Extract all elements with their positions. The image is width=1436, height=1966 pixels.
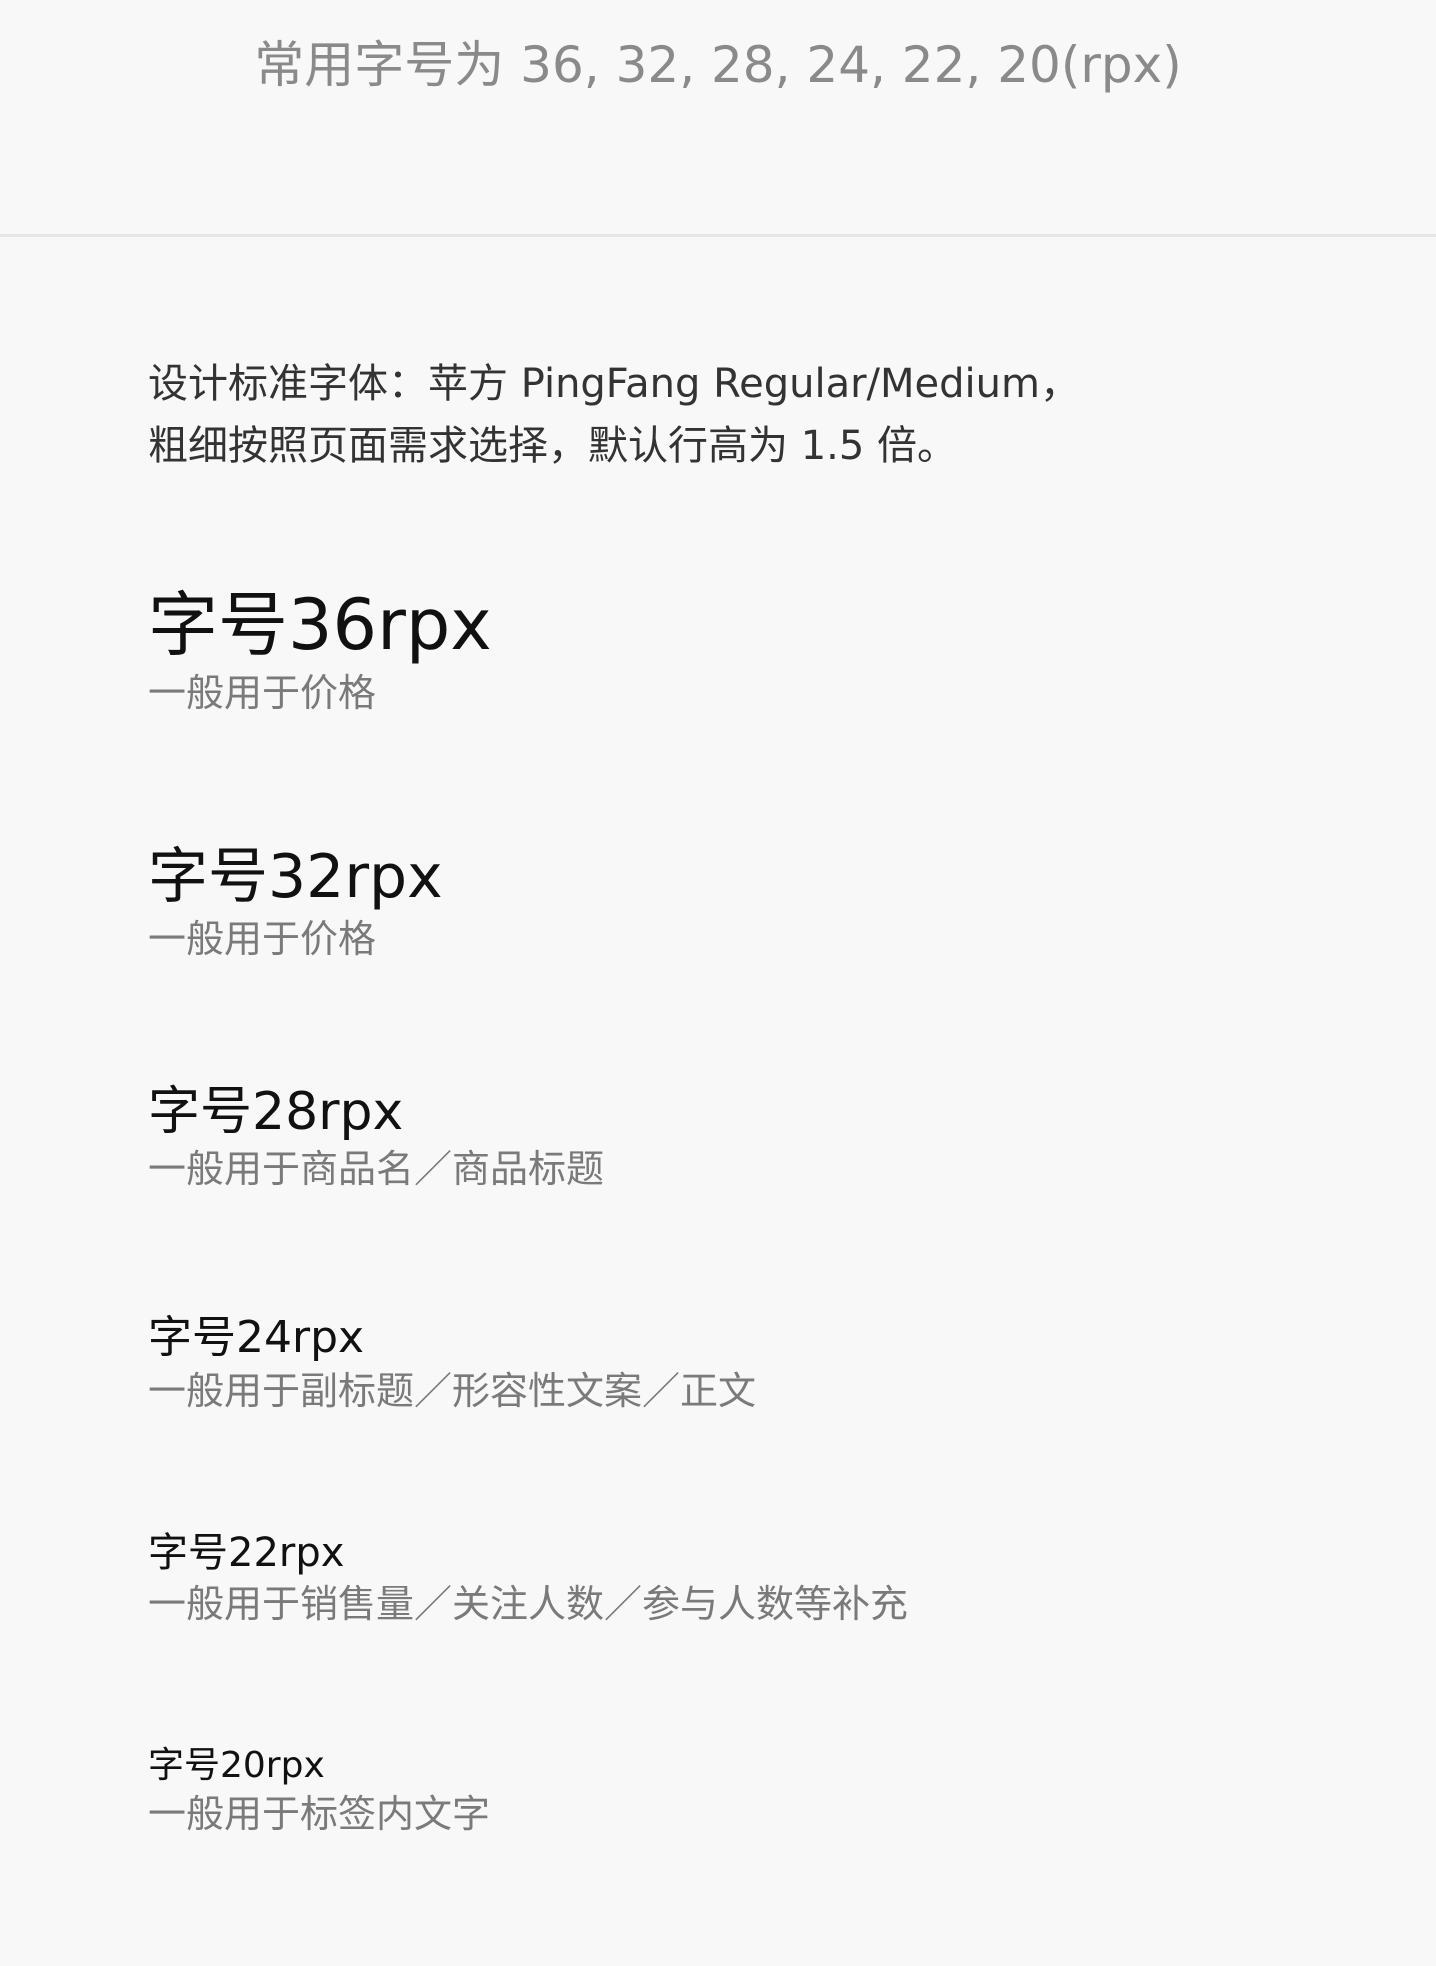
sample-title: 字号22rpx	[148, 1530, 345, 1576]
intro-text: 设计标准字体：苹方 PingFang Regular/Medium， 粗细按照页…	[148, 353, 1298, 477]
sample-title: 字号32rpx	[148, 842, 443, 912]
sample-description: 一般用于标签内文字	[148, 1792, 491, 1836]
sample-title: 字号20rpx	[148, 1745, 325, 1786]
sample-title: 字号24rpx	[148, 1312, 365, 1363]
sample-description: 一般用于价格	[148, 671, 377, 715]
sample-title: 字号28rpx	[148, 1082, 404, 1142]
font-size-sample-24: 字号24rpx 一般用于副标题／形容性文案／正文	[148, 1310, 1298, 1416]
font-size-sample-20: 字号20rpx 一般用于标签内文字	[148, 1743, 1298, 1839]
font-size-sample-32: 字号32rpx 一般用于价格	[148, 840, 1298, 964]
font-size-sample-22: 字号22rpx 一般用于销售量／关注人数／参与人数等补充	[148, 1527, 1298, 1629]
sample-description: 一般用于副标题／形容性文案／正文	[148, 1369, 757, 1413]
sample-title: 字号36rpx	[148, 584, 492, 666]
font-size-sample-28: 字号28rpx 一般用于商品名／商品标题	[148, 1080, 1298, 1194]
intro-line-1: 设计标准字体：苹方 PingFang Regular/Medium，	[148, 361, 1080, 407]
font-size-sample-36: 字号36rpx 一般用于价格	[148, 582, 1298, 718]
page-header: 常用字号为 36, 32, 28, 24, 22, 20(rpx)	[0, 0, 1436, 237]
page-title: 常用字号为 36, 32, 28, 24, 22, 20(rpx)	[254, 36, 1182, 94]
sample-description: 一般用于商品名／商品标题	[148, 1147, 605, 1191]
sample-description: 一般用于价格	[148, 917, 377, 961]
sample-description: 一般用于销售量／关注人数／参与人数等补充	[148, 1582, 909, 1626]
intro-line-2: 粗细按照页面需求选择，默认行高为 1.5 倍。	[148, 423, 958, 469]
